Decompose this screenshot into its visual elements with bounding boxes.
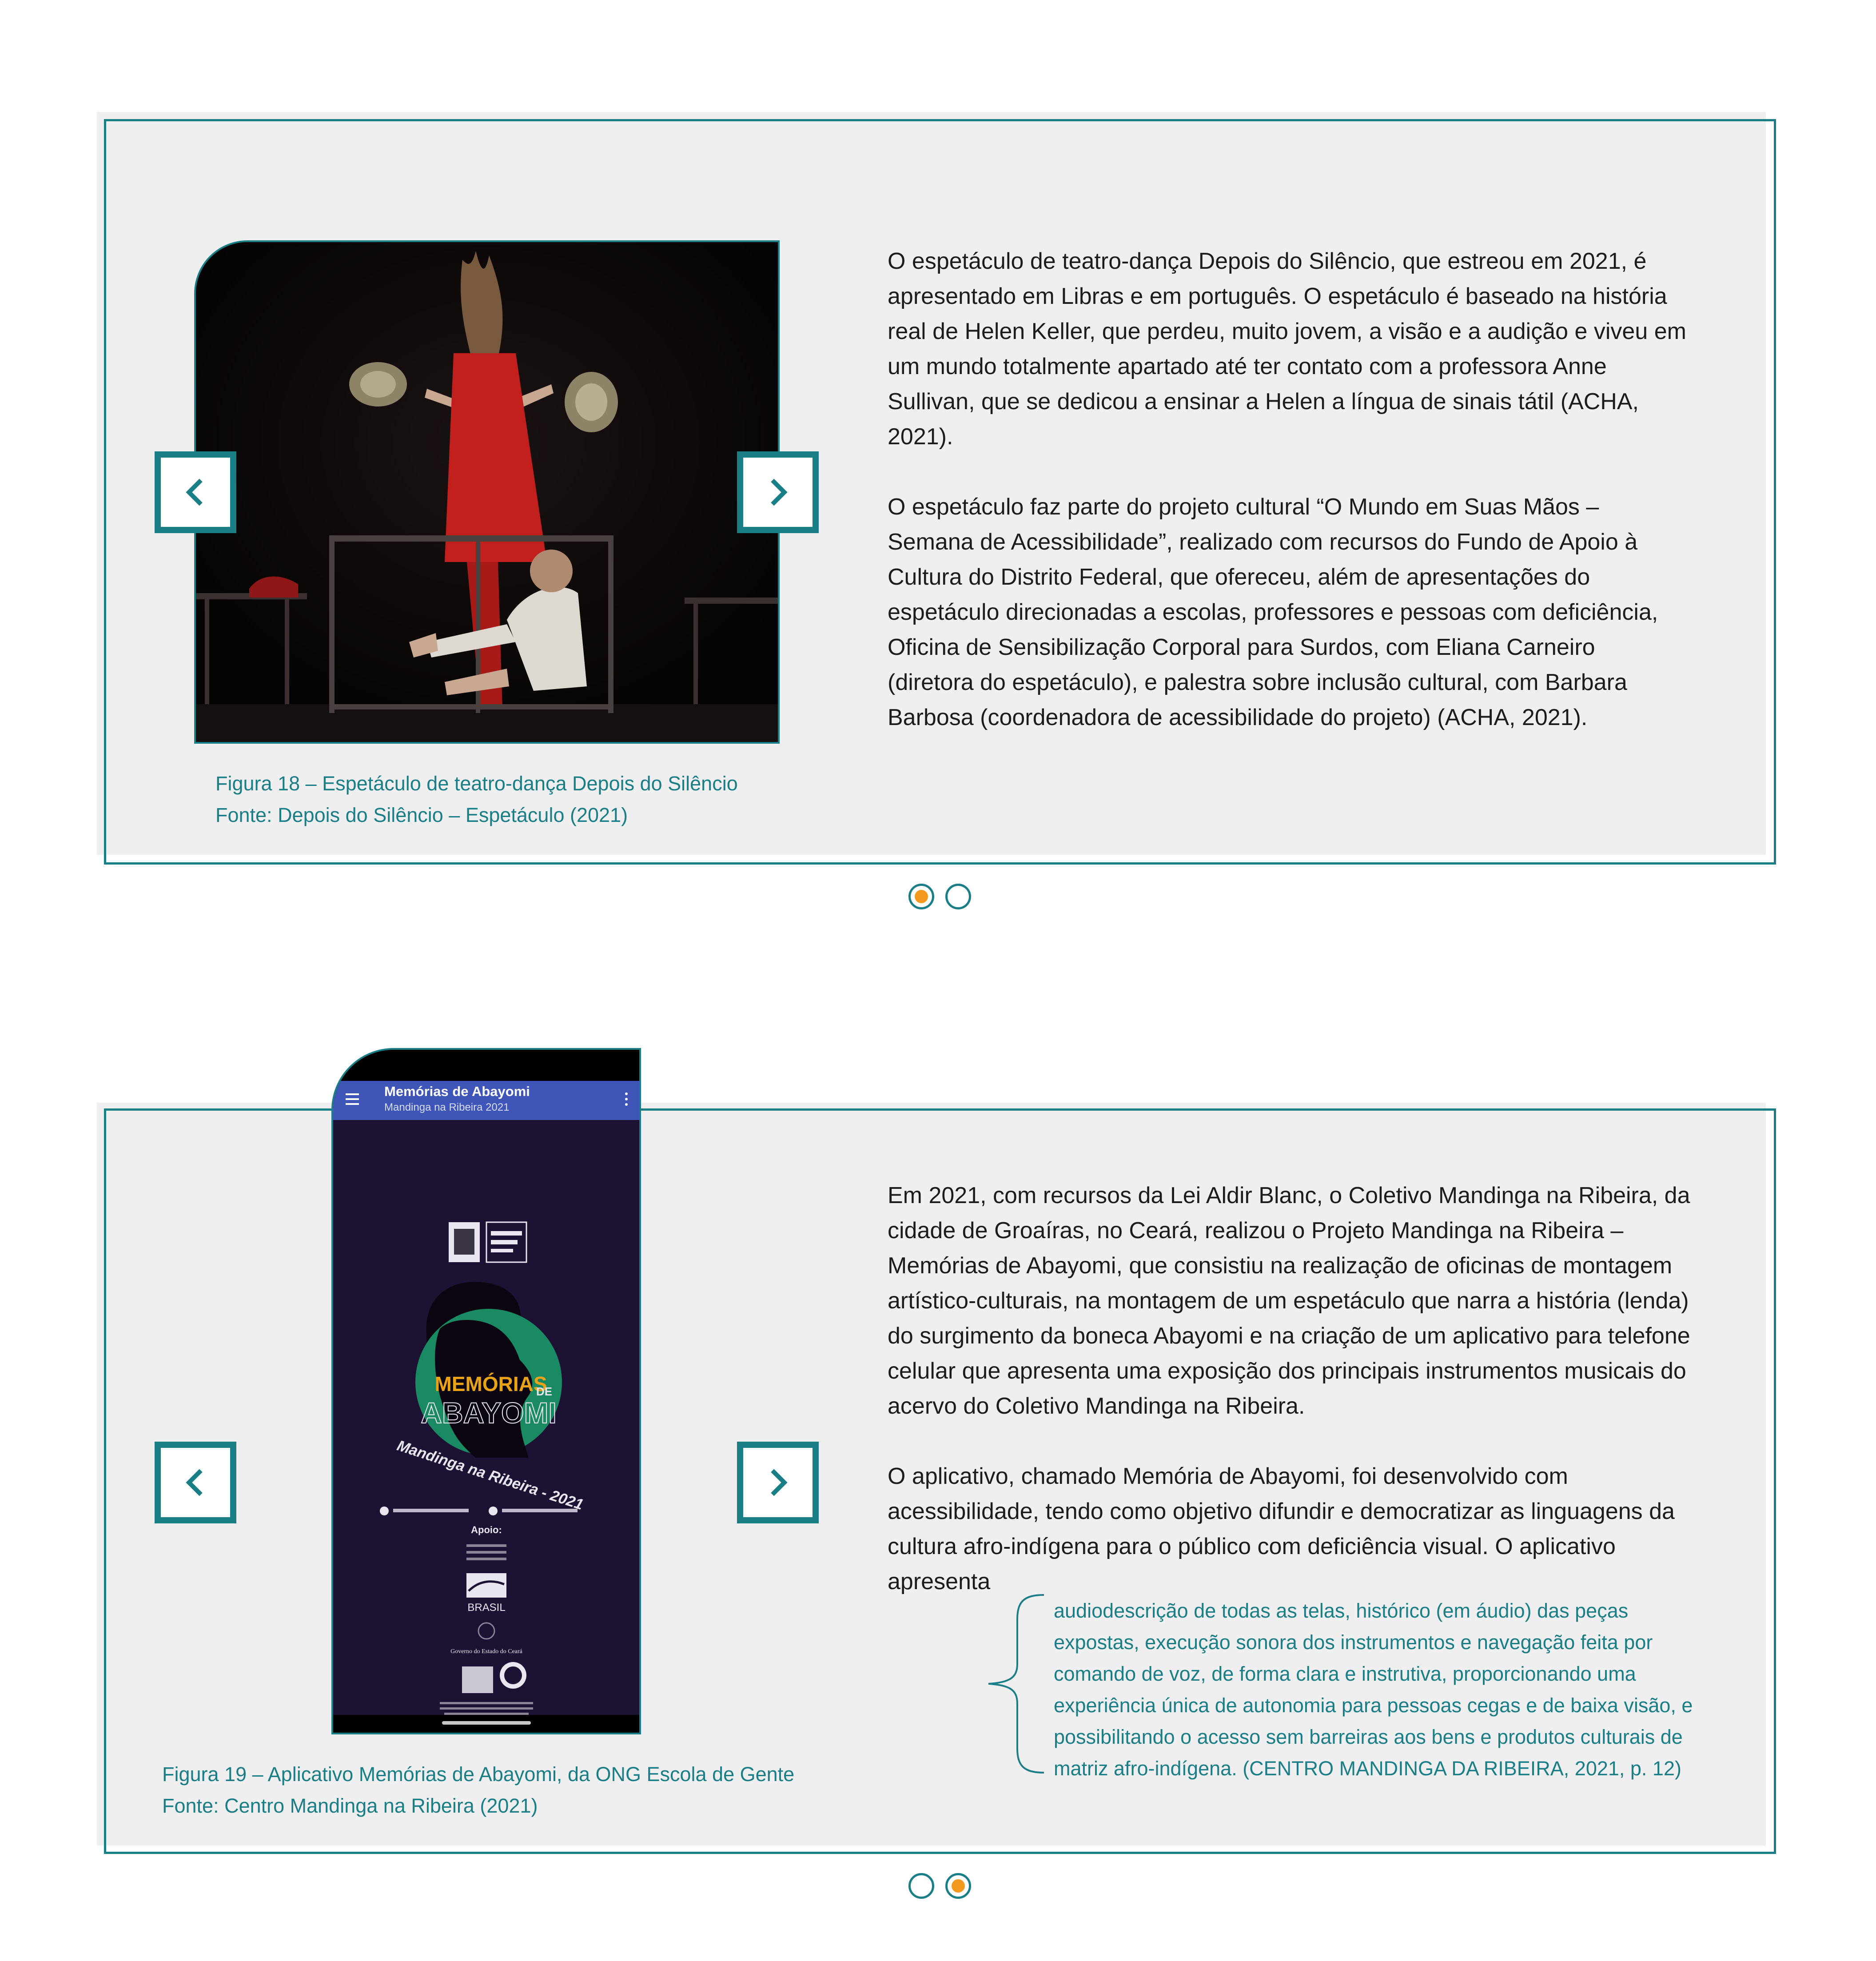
- slide-2-caption-figure: Figura 19 – Aplicativo Memórias de Abayo…: [162, 1763, 795, 1786]
- phone-nav-bar: [333, 1715, 639, 1733]
- slide-1-pagination-dot-2[interactable]: [945, 884, 971, 909]
- chevron-left-icon: [186, 478, 203, 506]
- poster-brasil: BRASIL: [467, 1602, 505, 1614]
- slide-2-prev-button[interactable]: [155, 1442, 236, 1523]
- poster-title-2: ABAYOMI: [421, 1396, 557, 1429]
- slide-1-paragraph-2: O espetáculo faz parte do projeto cultur…: [888, 494, 1658, 730]
- slide-2-pagination-dot-2[interactable]: [945, 1873, 971, 1899]
- slide-2-quote: audiodescrição de todas as telas, histór…: [1054, 1599, 1693, 1780]
- app-subtitle: Mandinga na Ribeira 2021: [384, 1101, 510, 1113]
- app-title: Memórias de Abayomi: [384, 1084, 530, 1099]
- home-indicator: [442, 1721, 531, 1725]
- poster-ceara: Governo do Estado do Ceará: [450, 1648, 523, 1655]
- slide-2-paragraph-1: Em 2021, com recursos da Lei Aldir Blanc…: [888, 1183, 1690, 1419]
- dance-photo: [194, 240, 780, 744]
- slide-1-caption-figure: Figura 18 – Espetáculo de teatro-dança D…: [215, 772, 738, 795]
- slide-1-pagination-dot-1[interactable]: [908, 884, 934, 909]
- slide-1-paragraph-1: O espetáculo de teatro-dança Depois do S…: [888, 248, 1686, 450]
- slide-2-text: Em 2021, com recursos da Lei Aldir Blanc…: [888, 1178, 1718, 1599]
- poster-support: Apoio:: [471, 1524, 502, 1535]
- slide-2-caption: Figura 19 – Aplicativo Memórias de Abayo…: [162, 1758, 873, 1821]
- slide-1-next-button[interactable]: [737, 451, 819, 533]
- app-bar: Memórias de Abayomi Mandinga na Ribeira …: [333, 1081, 639, 1120]
- chevron-left-icon: [186, 1469, 203, 1496]
- menu-icon[interactable]: [346, 1093, 359, 1108]
- phone-status-bar: [333, 1050, 639, 1081]
- poster-illustration: MEMÓRIAS DE ABAYOMI Mandinga na Ribeira …: [380, 1221, 586, 1715]
- slide-1-caption-source: Fonte: Depois do Silêncio – Espetáculo (…: [215, 804, 628, 826]
- slide-1-text: O espetáculo de teatro-dança Depois do S…: [888, 244, 1687, 735]
- slide-2-pagination-dot-1[interactable]: [908, 1873, 934, 1899]
- slide-1-caption: Figura 18 – Espetáculo de teatro-dança D…: [215, 768, 815, 831]
- chevron-right-icon: [771, 478, 788, 506]
- brace-icon: [988, 1594, 1044, 1774]
- slide-1-prev-button[interactable]: [155, 451, 236, 533]
- slide-2-caption-source: Fonte: Centro Mandinga na Ribeira (2021): [162, 1794, 538, 1817]
- poster-title-1: MEMÓRIAS: [435, 1372, 547, 1395]
- slide-2-next-button[interactable]: [737, 1442, 819, 1523]
- slide-2-paragraph-2: O aplicativo, chamado Memória de Abayomi…: [888, 1463, 1675, 1594]
- dance-photo-illustration: [196, 242, 778, 742]
- chevron-right-icon: [771, 1469, 788, 1496]
- app-phone-screenshot: Memórias de Abayomi Mandinga na Ribeira …: [331, 1048, 641, 1734]
- more-options-icon[interactable]: [625, 1092, 628, 1108]
